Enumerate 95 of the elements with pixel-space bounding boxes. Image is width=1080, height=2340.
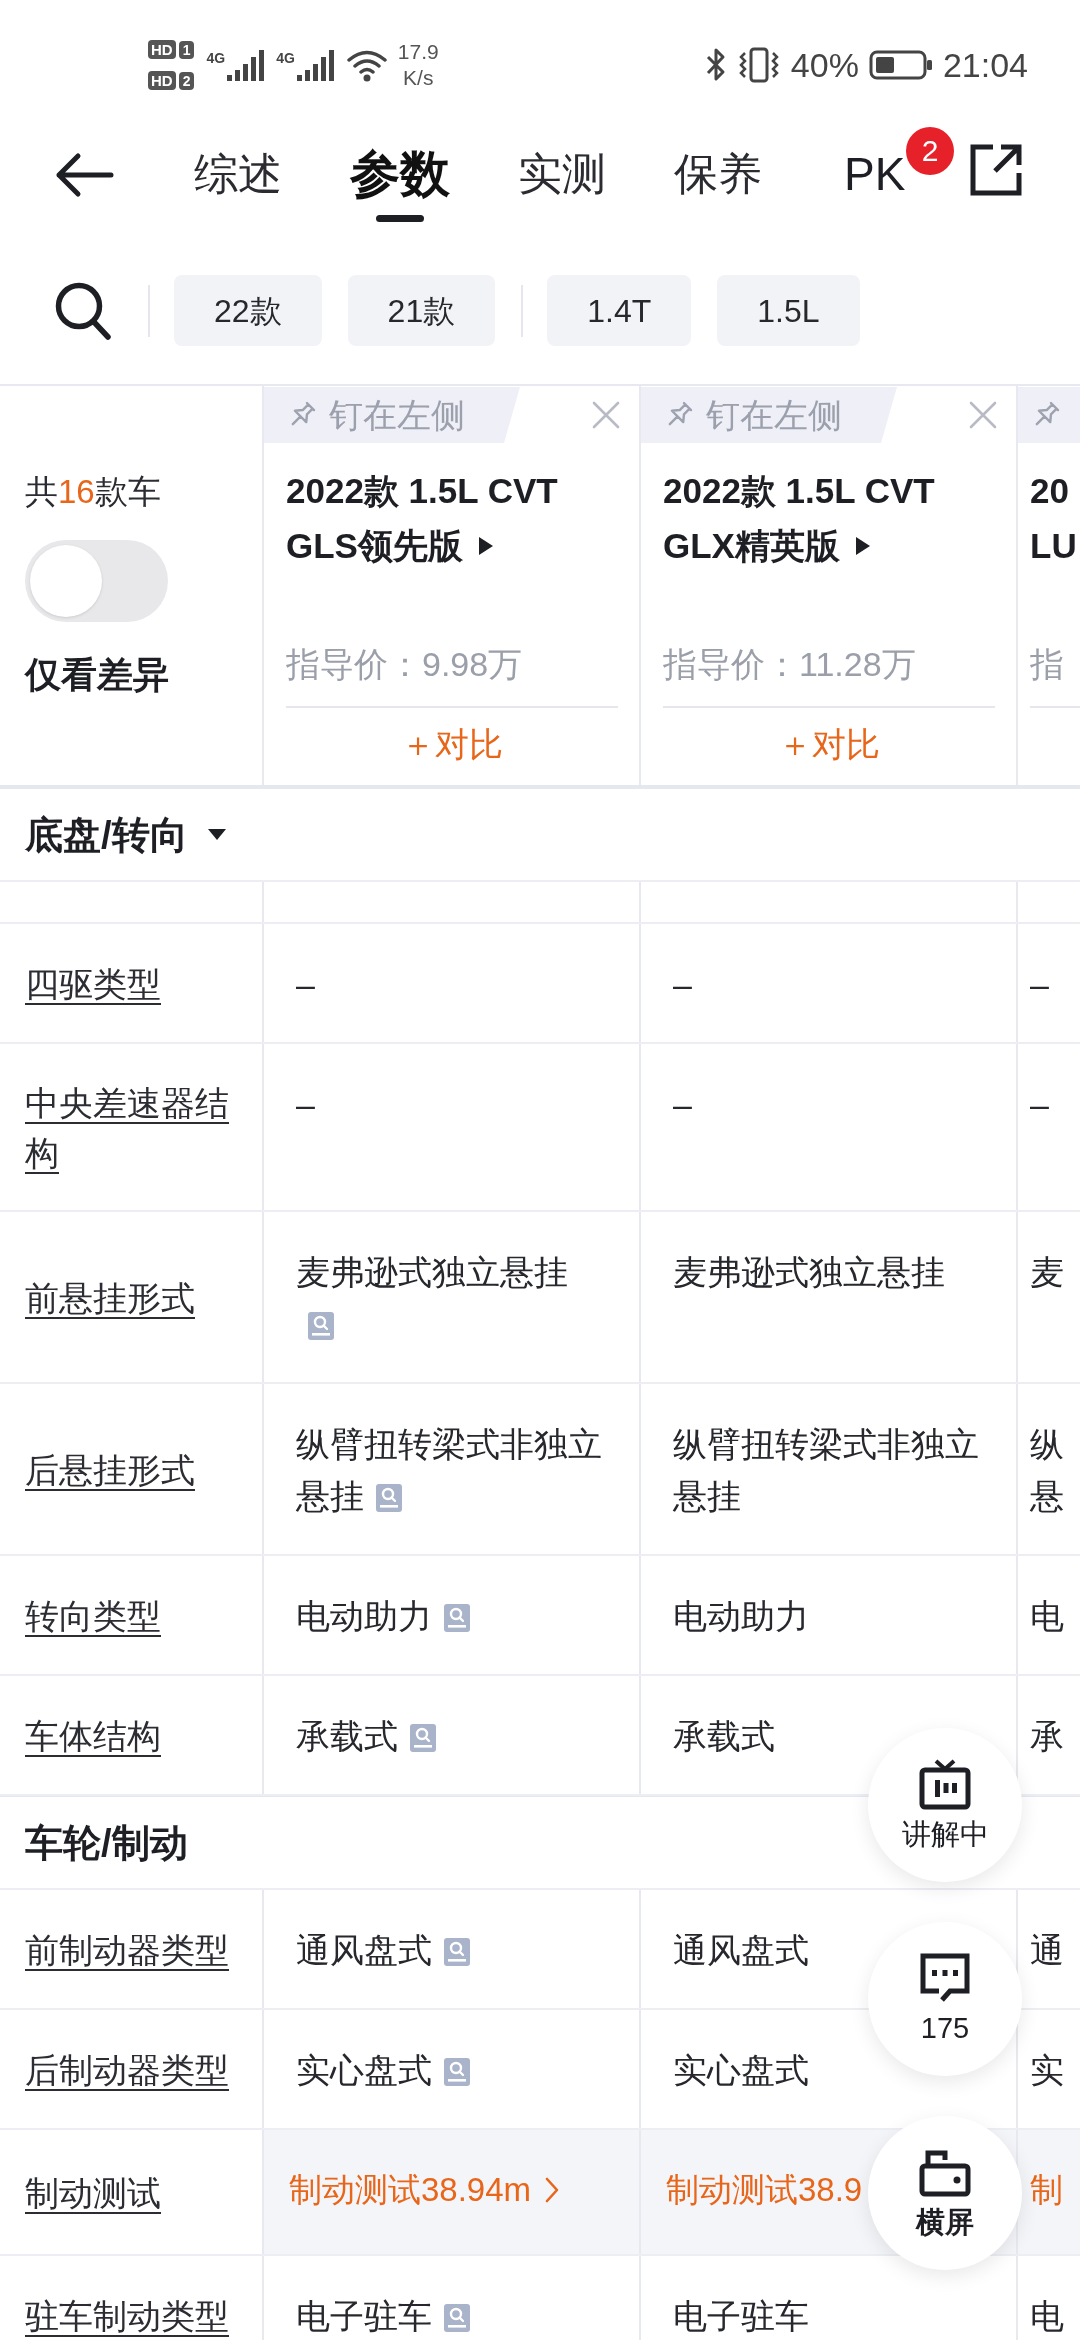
- caret-right-icon[interactable]: [855, 536, 870, 555]
- spec-value: 纵臂扭转梁式非独立: [673, 1425, 979, 1463]
- spec-label[interactable]: 前制动器类型: [25, 1925, 229, 1975]
- diff-only-label: 仅看差异: [25, 653, 169, 697]
- search-info-icon[interactable]: [444, 1604, 470, 1632]
- car-trim-title: LU: [1030, 525, 1077, 567]
- spec-value: 电: [1030, 2297, 1064, 2335]
- spec-value: –: [296, 1085, 315, 1123]
- spec-value: –: [673, 965, 692, 1003]
- car-price: 指导价：11.28万: [663, 645, 916, 683]
- close-icon[interactable]: [968, 400, 998, 430]
- filter-chip[interactable]: 22款: [174, 275, 322, 346]
- spec-value: 麦: [1030, 1253, 1064, 1291]
- caret-right-icon[interactable]: [478, 536, 493, 555]
- spec-value: 电子驻车: [673, 2297, 809, 2335]
- spec-value: 通风盘式: [673, 1931, 809, 1969]
- spec-label[interactable]: 前悬挂形式: [25, 1273, 195, 1323]
- back-arrow-icon[interactable]: [54, 152, 114, 198]
- spec-value: 承载式: [296, 1717, 398, 1755]
- search-info-icon[interactable]: [376, 1484, 402, 1512]
- sim-indicator: HD 1: [148, 40, 195, 59]
- spec-value: 悬: [1030, 1477, 1064, 1515]
- section-title: 底盘/转向: [25, 812, 188, 858]
- spec-value: 承: [1030, 1717, 1064, 1755]
- spec-value: 悬挂: [673, 1477, 741, 1515]
- network-type-label: 4G: [276, 51, 295, 65]
- wifi-icon: [345, 48, 388, 82]
- search-info-icon[interactable]: [444, 2058, 470, 2086]
- network-type-label: 4G: [206, 51, 226, 65]
- search-info-icon[interactable]: [410, 1724, 436, 1752]
- spec-label[interactable]: 后悬挂形式: [25, 1445, 195, 1495]
- network-speed-unit: K/s: [403, 65, 434, 91]
- spec-label[interactable]: 驻车制动类型: [25, 2291, 229, 2340]
- spec-value: –: [1030, 965, 1049, 1003]
- search-info-icon[interactable]: [308, 1312, 334, 1340]
- spec-value: 承载式: [673, 1717, 775, 1755]
- share-icon[interactable]: [969, 143, 1024, 197]
- sim-indicator: HD 2: [148, 71, 195, 90]
- filter-chip[interactable]: 1.5L: [717, 275, 860, 346]
- car-model-title: 20: [1030, 470, 1069, 512]
- spec-value: 电子驻车: [296, 2297, 432, 2335]
- nav-tab[interactable]: 保养: [674, 130, 762, 202]
- spec-value: –: [296, 965, 315, 1003]
- comments-button[interactable]: 175: [868, 1922, 1022, 2076]
- nav-tab[interactable]: 综述: [194, 130, 282, 202]
- car-trim-title: GLS领先版: [286, 525, 463, 567]
- pin-left-button[interactable]: [1018, 387, 1080, 443]
- caret-down-icon[interactable]: [207, 829, 226, 840]
- car-price: 指: [1030, 645, 1064, 683]
- spec-value: 电动助力: [296, 1597, 432, 1635]
- spec-value: –: [1030, 1085, 1049, 1123]
- nav-tab[interactable]: 参数: [350, 130, 450, 222]
- close-icon[interactable]: [591, 400, 621, 430]
- spec-value: 麦弗逊式独立悬挂: [673, 1253, 945, 1291]
- tv-icon: [919, 1758, 971, 1810]
- battery-percent: 40%: [790, 44, 859, 86]
- search-info-icon[interactable]: [444, 2304, 470, 2332]
- spec-label[interactable]: 车体结构: [25, 1711, 161, 1761]
- clock: 21:04: [942, 44, 1028, 86]
- spec-value: –: [673, 1085, 692, 1123]
- speech-bubble-icon: [919, 1952, 971, 2004]
- spec-value: 电动助力: [673, 1597, 809, 1635]
- spec-value: 实: [1030, 2051, 1064, 2089]
- spec-value: 实心盘式: [673, 2051, 809, 2089]
- spec-label[interactable]: 制动测试: [25, 2168, 161, 2218]
- model-count: 共16款车: [25, 472, 161, 512]
- filter-chip[interactable]: 1.4T: [547, 275, 692, 346]
- count-badge: 2: [906, 127, 954, 175]
- spec-label[interactable]: 后制动器类型: [25, 2045, 229, 2095]
- signal-icon: [227, 49, 265, 81]
- spec-label[interactable]: 中央差速器结构: [25, 1078, 244, 1178]
- live-explain-button[interactable]: 讲解中: [868, 1728, 1022, 1882]
- spec-value: 麦弗逊式独立悬挂: [296, 1253, 568, 1291]
- car-trim-title: GLX精英版: [663, 525, 840, 567]
- car-model-title: 2022款 1.5L CVT: [286, 470, 558, 512]
- search-info-icon[interactable]: [444, 1938, 470, 1966]
- signal-icon: [296, 49, 334, 81]
- battery-icon: [868, 48, 933, 82]
- spec-value: 通: [1030, 1931, 1064, 1969]
- spec-value: 纵: [1030, 1425, 1064, 1463]
- search-icon[interactable]: [54, 280, 112, 341]
- spec-value: 纵臂扭转梁式非独立: [296, 1425, 602, 1463]
- nav-tab[interactable]: 实测: [518, 130, 606, 202]
- spec-label[interactable]: 四驱类型: [25, 959, 161, 1009]
- car-price: 指导价：9.98万: [286, 645, 523, 683]
- spec-value: 电: [1030, 1597, 1064, 1635]
- filter-chip[interactable]: 21款: [347, 275, 496, 346]
- spec-value: 悬挂: [296, 1477, 364, 1515]
- car-model-title: 2022款 1.5L CVT: [663, 470, 935, 512]
- section-title: 车轮/制动: [25, 1820, 188, 1866]
- spec-label[interactable]: 转向类型: [25, 1591, 161, 1641]
- network-speed-value: 17.9: [397, 39, 439, 65]
- spec-value: 实心盘式: [296, 2051, 432, 2089]
- spec-value: 通风盘式: [296, 1931, 432, 1969]
- pk-tab[interactable]: PK: [844, 130, 906, 202]
